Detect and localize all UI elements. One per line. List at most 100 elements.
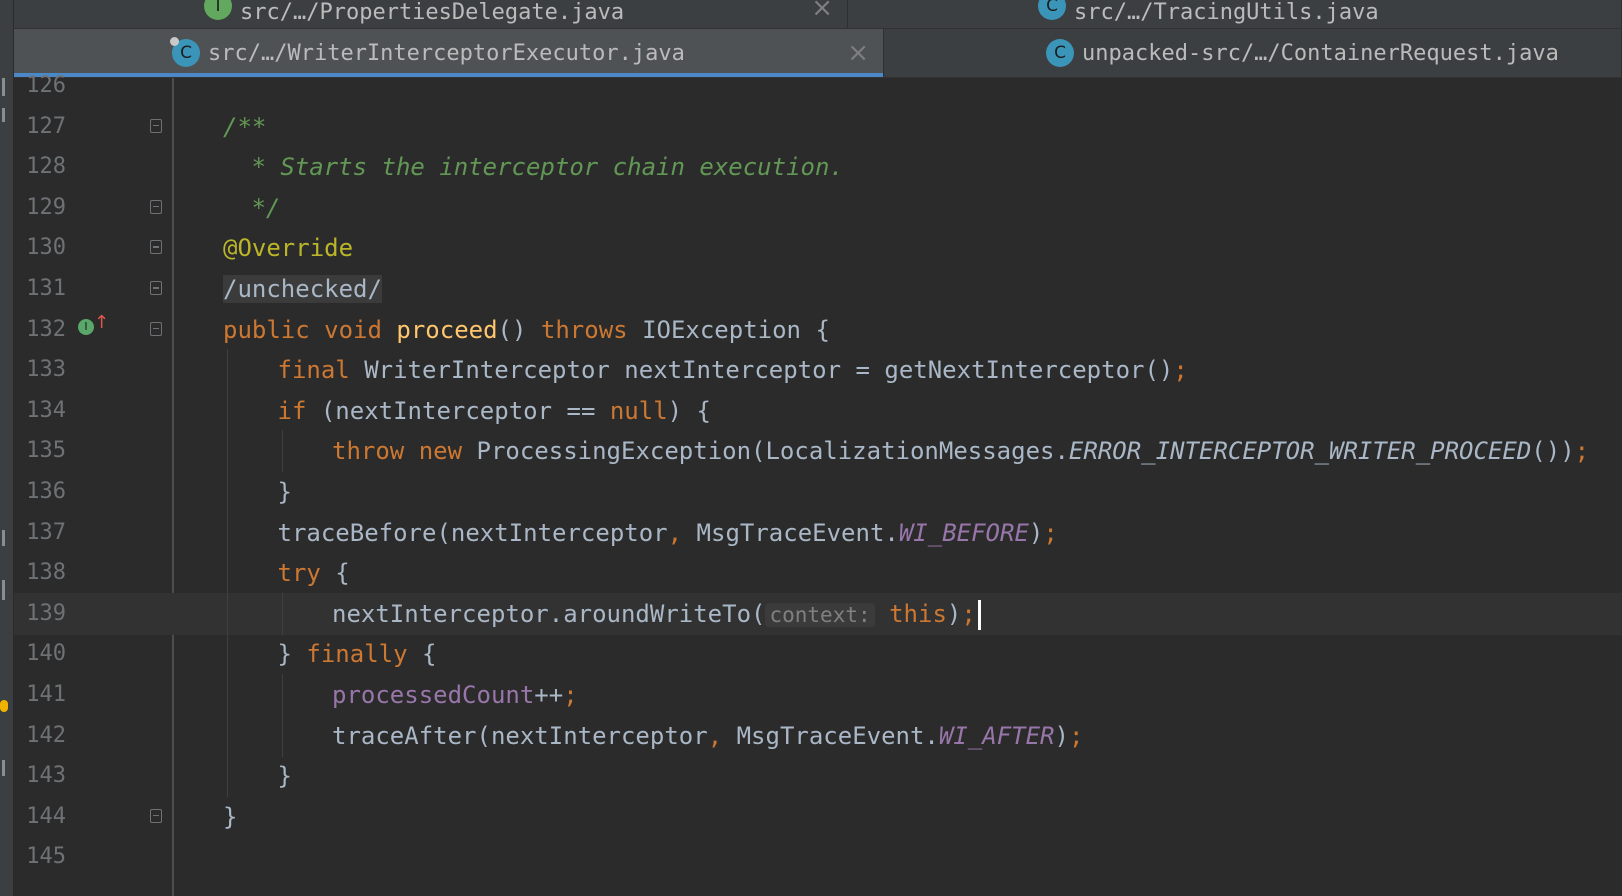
code-text[interactable]: nextInterceptor.aroundWriteTo(context: t… bbox=[332, 593, 981, 636]
line-number[interactable]: 141 bbox=[14, 674, 66, 716]
line-number[interactable]: 144 bbox=[14, 796, 66, 838]
override-up-arrow-icon[interactable]: ↑ bbox=[94, 312, 109, 333]
code-text[interactable]: /unchecked/ bbox=[223, 268, 382, 310]
line-number[interactable]: 129 bbox=[14, 187, 66, 229]
code-text[interactable]: @Override bbox=[223, 227, 353, 269]
line-number[interactable]: 138 bbox=[14, 552, 66, 594]
code-text[interactable]: public void proceed() throws IOException… bbox=[223, 309, 830, 351]
close-icon[interactable]: × bbox=[811, 0, 833, 23]
class-file-icon: C bbox=[1046, 39, 1074, 67]
code-line[interactable]: 136} bbox=[14, 471, 1622, 513]
code-text[interactable]: /** bbox=[223, 106, 266, 148]
line-number[interactable]: 126 bbox=[14, 65, 66, 107]
code-line[interactable]: 129 */ bbox=[14, 187, 1622, 229]
code-line[interactable]: 145 bbox=[14, 836, 1622, 878]
code-line[interactable]: 138 try { bbox=[14, 552, 1622, 595]
code-token: } bbox=[277, 478, 292, 506]
line-number[interactable]: 132 bbox=[14, 309, 66, 351]
code-token: { bbox=[335, 559, 350, 588]
code-text[interactable]: final WriterInterceptor nextInterceptor … bbox=[278, 349, 1188, 391]
line-number[interactable]: 128 bbox=[14, 146, 66, 188]
line-number[interactable]: 140 bbox=[14, 633, 66, 675]
code-line[interactable]: 144} bbox=[14, 796, 1622, 838]
code-line[interactable]: 137 traceBefore(nextInterceptor, MsgTrace… bbox=[14, 511, 1622, 554]
interface-file-icon: I bbox=[204, 0, 232, 20]
code-token: final bbox=[277, 356, 365, 385]
code-token: ; bbox=[961, 599, 976, 628]
code-token: MsgTraceEvent. bbox=[696, 518, 899, 547]
line-number[interactable]: 135 bbox=[14, 430, 66, 472]
line-number[interactable]: 133 bbox=[14, 349, 66, 391]
indent-guide bbox=[281, 592, 283, 635]
fold-marker-icon[interactable] bbox=[150, 321, 162, 336]
code-token: this bbox=[874, 599, 947, 628]
line-number[interactable]: 137 bbox=[14, 512, 66, 554]
line-number[interactable]: 142 bbox=[14, 715, 66, 757]
code-editor[interactable]: 126 127/** 128 * Starts the interceptor ch… bbox=[14, 73, 1622, 896]
indent-guide bbox=[227, 592, 228, 635]
line-number[interactable]: 130 bbox=[14, 227, 66, 269]
indent-guide bbox=[281, 430, 283, 473]
code-token: ) bbox=[946, 599, 962, 628]
fold-marker-icon[interactable] bbox=[150, 240, 162, 255]
code-text[interactable]: if (nextInterceptor == null) { bbox=[278, 390, 712, 432]
line-number[interactable]: 145 bbox=[14, 836, 66, 878]
code-token: ; bbox=[1173, 356, 1188, 385]
code-line[interactable]: 127 /** bbox=[14, 106, 1622, 148]
class-file-icon: C bbox=[1038, 0, 1066, 20]
close-icon[interactable]: × bbox=[847, 38, 869, 68]
code-line[interactable]: 130 @Override bbox=[14, 227, 1622, 269]
code-text[interactable]: try { bbox=[278, 552, 350, 594]
code-text[interactable]: traceBefore(nextInterceptor, MsgTraceEve… bbox=[278, 512, 1058, 554]
code-line[interactable]: 126 bbox=[14, 65, 1622, 107]
code-token: traceAfter(nextInterceptor bbox=[332, 721, 708, 750]
tab-properties-delegate[interactable]: I src/…/PropertiesDelegate.java × bbox=[14, 0, 848, 28]
code-text[interactable]: throw new ProcessingException(Localizati… bbox=[332, 430, 1589, 472]
code-token: try bbox=[277, 559, 336, 588]
code-token: ; bbox=[563, 681, 578, 709]
code-token: WriterInterceptor nextInterceptor = getN… bbox=[364, 356, 1174, 385]
code-text[interactable]: } finally { bbox=[278, 633, 437, 675]
code-text[interactable]: * Starts the interceptor chain execution… bbox=[237, 146, 843, 188]
code-token: ; bbox=[1574, 437, 1590, 466]
line-number[interactable]: 139 bbox=[14, 593, 66, 635]
code-text[interactable]: } bbox=[223, 796, 237, 838]
line-number[interactable]: 143 bbox=[14, 755, 66, 797]
line-number[interactable]: 131 bbox=[14, 268, 66, 310]
indent-guide bbox=[227, 633, 228, 676]
code-token: ()) bbox=[1531, 437, 1575, 466]
fold-marker-icon[interactable] bbox=[150, 118, 162, 133]
code-line[interactable]: 142 traceAfter(nextInterceptor, MsgTraceE… bbox=[14, 714, 1622, 757]
fold-marker-icon[interactable] bbox=[150, 808, 162, 823]
implementing-method-icon[interactable]: I bbox=[78, 318, 94, 335]
line-number[interactable]: 136 bbox=[14, 471, 66, 513]
indent-guide bbox=[227, 430, 228, 473]
code-token: /unchecked/ bbox=[223, 275, 382, 303]
code-token: IOException { bbox=[642, 315, 830, 344]
code-line[interactable]: 140 } finally { bbox=[14, 633, 1622, 676]
code-line[interactable]: 128 * Starts the interceptor chain execu… bbox=[14, 146, 1622, 188]
code-token: processedCount bbox=[332, 681, 535, 709]
line-number[interactable]: 127 bbox=[14, 106, 66, 148]
code-line[interactable]: 135 throw new ProcessingException(Localiz… bbox=[14, 430, 1622, 473]
tab-tracing-utils[interactable]: C src/…/TracingUtils.java bbox=[848, 0, 1622, 28]
code-token: ) bbox=[1028, 518, 1044, 547]
code-line[interactable]: 134 if (nextInterceptor == null) { bbox=[14, 389, 1622, 432]
code-line[interactable]: 132 I ↑ public void proceed() throws IOExce… bbox=[14, 309, 1622, 351]
code-line[interactable]: 133 final WriterInterceptor nextIntercept… bbox=[14, 349, 1622, 392]
code-text[interactable]: processedCount++; bbox=[332, 674, 578, 716]
indent-guide bbox=[227, 349, 228, 392]
code-text[interactable]: } bbox=[278, 471, 292, 513]
code-text[interactable]: traceAfter(nextInterceptor, MsgTraceEven… bbox=[332, 715, 1083, 757]
code-line[interactable]: 141 processedCount++; bbox=[14, 674, 1622, 716]
code-token: /** bbox=[223, 112, 267, 141]
code-line[interactable]: 131/unchecked/ bbox=[14, 268, 1622, 310]
code-text[interactable]: */ bbox=[237, 187, 280, 229]
fold-marker-icon[interactable] bbox=[150, 199, 162, 214]
code-line[interactable]: 139 nextInterceptor.aroundWriteTo(context… bbox=[14, 592, 1622, 636]
fold-marker-icon[interactable] bbox=[150, 281, 162, 295]
code-text[interactable]: } bbox=[278, 755, 292, 797]
tool-strip-mark bbox=[2, 108, 5, 122]
line-number[interactable]: 134 bbox=[14, 390, 66, 432]
code-line[interactable]: 143} bbox=[14, 755, 1622, 798]
